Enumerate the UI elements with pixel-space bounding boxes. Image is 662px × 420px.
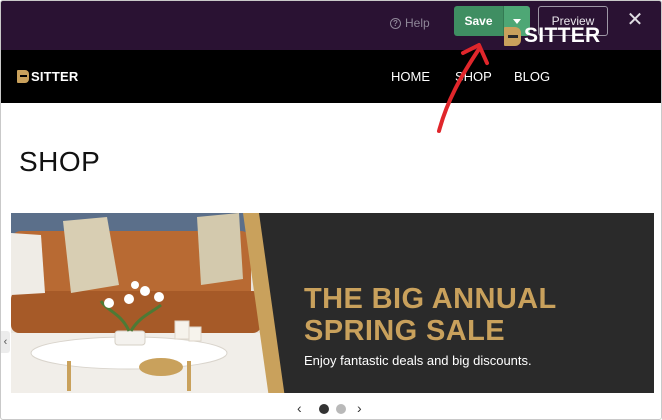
sofa-illustration: [11, 213, 273, 393]
carousel-prev-button[interactable]: ‹: [297, 400, 302, 416]
caret-down-icon: [513, 18, 521, 24]
carousel-next-button[interactable]: ›: [357, 400, 362, 416]
close-icon[interactable]: ✕: [624, 9, 646, 31]
banner-photo: [11, 213, 273, 393]
banner-subtext: Enjoy fantastic deals and big discounts.: [304, 353, 532, 368]
site-preview-frame: ? Help Save Preview ✕ SITTER HOME SHOP B…: [0, 0, 662, 420]
banner-logo-text: SITTER: [524, 24, 601, 47]
sitter-logo-icon: [17, 70, 29, 83]
help-label: Help: [405, 16, 430, 30]
carousel-dot-2[interactable]: [336, 404, 346, 414]
sitter-logo-icon: [504, 26, 521, 46]
help-link[interactable]: ? Help: [390, 15, 430, 31]
site-navbar: [1, 50, 661, 103]
site-logo-text: SITTER: [31, 69, 79, 84]
banner-headline: THE BIG ANNUAL SPRING SALE: [304, 283, 557, 347]
banner-headline-line1: THE BIG ANNUAL: [304, 283, 557, 315]
page-title: SHOP: [19, 146, 101, 177]
site-logo[interactable]: SITTER: [17, 69, 78, 84]
save-button[interactable]: Save: [454, 6, 503, 36]
nav-link-home[interactable]: HOME: [391, 69, 430, 85]
nav-link-shop[interactable]: SHOP: [455, 69, 492, 85]
slider-side-handle[interactable]: ‹: [1, 331, 10, 353]
banner-logo: SITTER: [504, 24, 600, 48]
banner-headline-line2: SPRING SALE: [304, 315, 505, 347]
carousel-dot-1[interactable]: [319, 404, 329, 414]
question-circle-icon: ?: [390, 17, 401, 29]
nav-link-blog[interactable]: BLOG: [514, 69, 550, 85]
